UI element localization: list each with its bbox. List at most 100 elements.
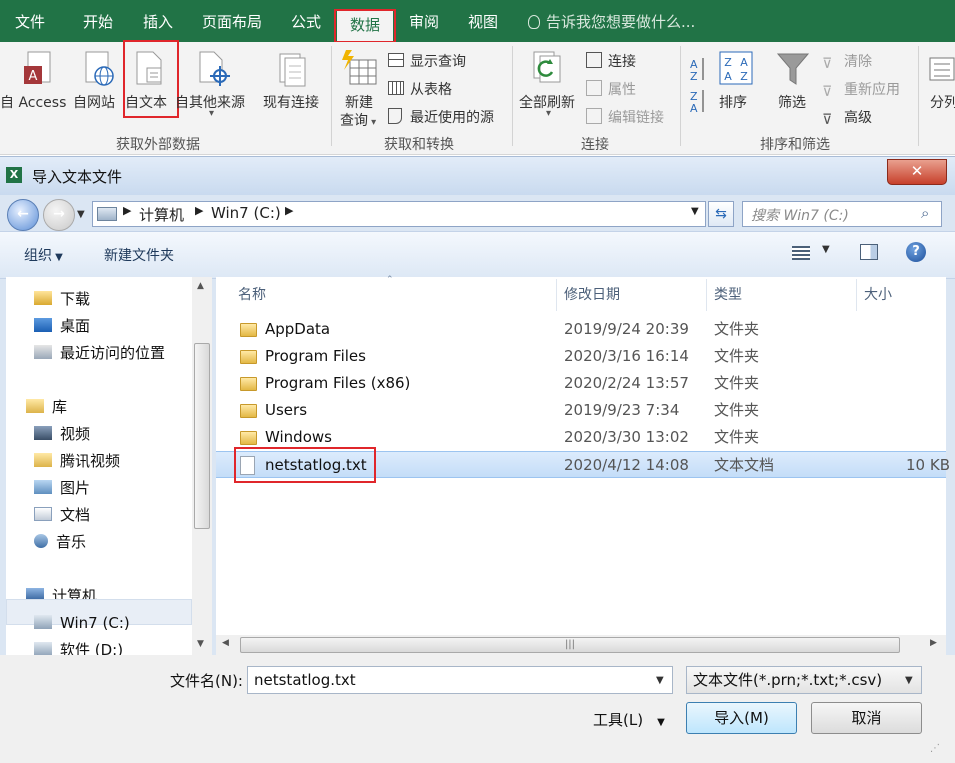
nav-item-tencent-video[interactable]: 腾讯视频 [34,449,120,473]
tools-dropdown[interactable]: 工具(L) ▼ [593,709,665,730]
tab-view[interactable]: 视图 [459,8,507,36]
new-query-label-1[interactable]: 新建 [345,92,373,112]
properties-button[interactable]: 属性 [586,79,636,99]
chevron-down-icon[interactable]: ▼ [822,244,830,255]
group-label-get-transform: 获取和转换 [384,137,454,153]
chevron-right-icon: ▶ [123,204,132,217]
existing-connections-button[interactable]: 现有连接 [263,92,319,112]
tab-page-layout[interactable]: 页面布局 [196,8,268,36]
drive-icon [97,207,117,221]
chevron-down-icon[interactable]: ▼ [691,206,699,217]
column-header-size[interactable]: 大小 [864,277,892,313]
column-header-date[interactable]: 修改日期 [564,277,620,313]
edit-links-button[interactable]: 编辑链接 [586,107,664,127]
resize-grip-icon[interactable]: ⋰ [930,743,940,754]
column-separator[interactable] [856,279,857,311]
nav-item-music[interactable]: 音乐 [34,530,86,554]
tell-me-search[interactable]: 告诉我您想要做什么... [528,8,708,36]
svg-text:A: A [690,102,698,112]
new-query-button[interactable]: 查询 ▾ [340,110,376,130]
edit-links-icon [586,108,602,124]
tab-formulas[interactable]: 公式 [282,8,330,36]
show-queries-label: 显示查询 [410,54,466,70]
search-icon[interactable]: ⌕ [921,204,929,222]
filter-button[interactable]: 筛选 [778,92,806,112]
search-input[interactable]: 搜索 Win7 (C:) [751,205,849,225]
help-icon[interactable]: ? [906,242,926,262]
nav-item-drive-c[interactable]: Win7 (C:) [34,611,130,635]
column-separator[interactable] [706,279,707,311]
nav-label: 图片 [60,479,91,497]
scroll-right-icon[interactable]: ▶ [930,638,937,648]
nav-item-downloads[interactable]: 下载 [34,287,90,311]
close-button[interactable]: ✕ [887,159,947,185]
forward-button[interactable]: → [43,199,75,231]
table-row[interactable]: Users 2019/9/23 7:34 文件夹 [216,397,946,424]
column-header-name[interactable]: 名称 [238,277,266,313]
address-bar[interactable]: ▶ 计算机 ▶ Win7 (C:) ▶ ▼ [92,201,706,227]
from-web-button[interactable]: 自网站 [73,92,115,112]
dialog-footer: 文件名(N): netstatlog.txt ▼ 文本文件(*.prn;*.tx… [0,655,955,763]
sort-button[interactable]: 排序 [719,92,747,112]
view-options-icon[interactable] [792,246,810,260]
tab-file[interactable]: 文件 [6,8,54,36]
breadcrumb-computer[interactable]: 计算机 [139,204,184,225]
filetype-select[interactable]: 文本文件(*.prn;*.txt;*.csv) ▼ [686,666,922,694]
recent-sources-button[interactable]: 最近使用的源 [388,107,494,127]
scroll-thumb[interactable]: ||| [240,637,900,653]
excel-logo-icon: X [6,167,22,183]
tab-home[interactable]: 开始 [74,8,122,36]
breadcrumb-drive-c[interactable]: Win7 (C:) [211,204,281,222]
scroll-up-icon[interactable]: ▲ [197,281,204,291]
text-to-columns-button[interactable]: 分列 [930,92,955,112]
nav-item-pictures[interactable]: 图片 [34,476,90,500]
tab-insert[interactable]: 插入 [134,8,182,36]
file-type: 文件夹 [714,374,760,392]
column-header-type[interactable]: 类型 [714,277,742,313]
from-access-button[interactable]: 自 Access [0,92,66,112]
clear-button[interactable]: ⊽ 清除 [822,51,872,72]
advanced-button[interactable]: ⊽ 高级 [822,107,872,128]
scroll-down-icon[interactable]: ▼ [197,639,204,649]
svg-text:A: A [740,56,748,69]
nav-item-desktop[interactable]: 桌面 [34,314,90,338]
tab-review[interactable]: 审阅 [400,8,448,36]
table-row[interactable]: AppData 2019/9/24 20:39 文件夹 [216,316,946,343]
reapply-button[interactable]: ⊽ 重新应用 [822,79,900,100]
recent-pages-dropdown[interactable]: ▼ [77,209,85,220]
nav-item-documents[interactable]: 文档 [34,503,90,527]
filename-value: netstatlog.txt [254,671,356,689]
search-box[interactable]: 搜索 Win7 (C:) ⌕ [742,201,942,227]
new-folder-button[interactable]: 新建文件夹 [104,245,174,265]
nav-item-recent-places[interactable]: 最近访问的位置 [34,341,165,365]
edit-links-label: 编辑链接 [608,110,664,126]
nav-item-libraries[interactable]: 库 [26,395,67,419]
svg-text:A: A [724,70,732,83]
file-list-scrollbar[interactable]: ◀ ||| ▶ [216,635,946,655]
preview-pane-icon[interactable] [860,244,878,260]
import-button[interactable]: 导入(M) [686,702,797,734]
column-separator[interactable] [556,279,557,311]
group-label-external-data: 获取外部数据 [116,137,200,153]
nav-label: 下载 [60,290,91,308]
nav-pane-scrollbar[interactable]: ▲ ▼ [192,277,212,655]
chevron-right-icon: ▶ [285,204,294,217]
chevron-down-icon[interactable]: ▼ [656,668,664,694]
cancel-button[interactable]: 取消 [811,702,922,734]
scroll-thumb[interactable] [194,343,210,529]
folder-icon [240,404,257,418]
back-button[interactable]: ← [7,199,39,231]
from-table-button[interactable]: 从表格 [388,79,452,99]
filename-input[interactable]: netstatlog.txt ▼ [247,666,673,694]
table-row[interactable]: Program Files 2020/3/16 16:14 文件夹 [216,343,946,370]
drive-d-icon [34,642,52,656]
show-queries-button[interactable]: 显示查询 [388,51,466,71]
table-row[interactable]: Program Files (x86) 2020/2/24 13:57 文件夹 [216,370,946,397]
nav-label: 桌面 [60,317,91,335]
file-date: 2020/2/24 13:57 [564,374,689,392]
scroll-left-icon[interactable]: ◀ [222,638,229,648]
nav-item-videos[interactable]: 视频 [34,422,90,446]
refresh-button[interactable]: ⇆ [708,201,734,227]
organize-button[interactable]: 组织 ▼ [24,245,63,265]
connections-button[interactable]: 连接 [586,51,636,71]
